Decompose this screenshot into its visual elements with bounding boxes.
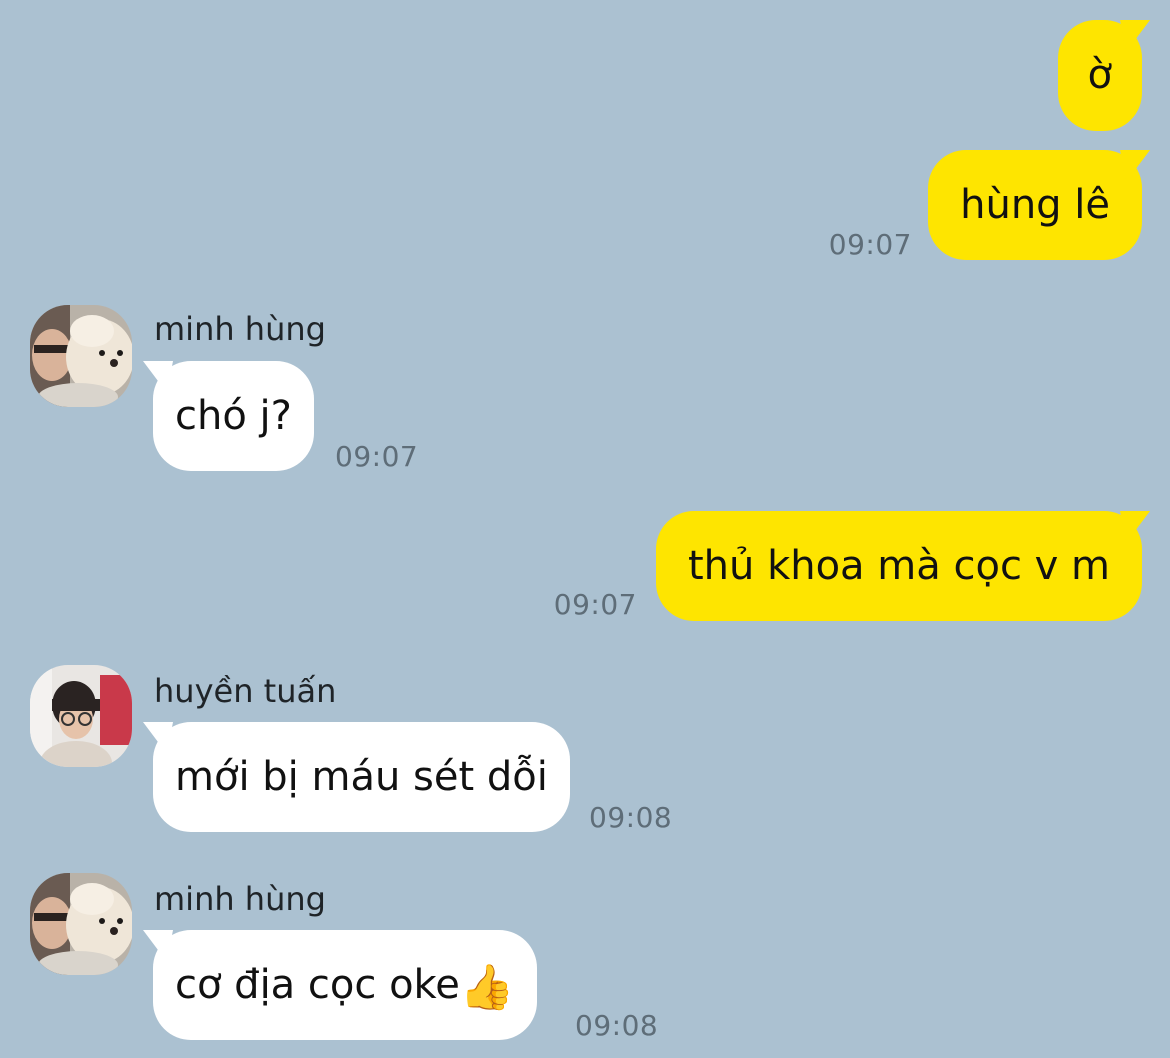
message-text: cơ địa cọc oke bbox=[175, 962, 460, 1008]
avatar-photo-icon bbox=[30, 873, 132, 975]
message-timestamp: 09:07 bbox=[828, 228, 912, 261]
chat-view: ờ hùng lê 09:07 minh hùng chó j? 09:07 t… bbox=[0, 0, 1170, 1058]
sender-name: minh hùng bbox=[154, 310, 326, 348]
incoming-message[interactable]: mới bị máu sét dỗi bbox=[143, 722, 570, 832]
bubble-tail bbox=[1120, 150, 1150, 182]
bubble-tail bbox=[143, 930, 173, 962]
sender-name: huyền tuấn bbox=[154, 672, 337, 710]
outgoing-message[interactable]: hùng lê bbox=[928, 150, 1150, 260]
bubble-tail bbox=[1120, 511, 1150, 543]
message-text: hùng lê bbox=[960, 182, 1110, 228]
incoming-message[interactable]: cơ địa cọc oke👍 bbox=[143, 930, 537, 1040]
outgoing-message[interactable]: ờ bbox=[1057, 20, 1150, 131]
message-text: chó j? bbox=[175, 393, 292, 439]
thumbs-up-icon: 👍 bbox=[459, 962, 515, 1013]
message-text: ờ bbox=[1087, 52, 1112, 98]
message-timestamp: 09:08 bbox=[575, 1009, 659, 1042]
avatar-photo-icon bbox=[30, 665, 132, 767]
avatar[interactable] bbox=[30, 665, 132, 767]
message-timestamp: 09:07 bbox=[553, 588, 637, 621]
incoming-message[interactable]: chó j? bbox=[143, 361, 314, 471]
outgoing-message[interactable]: thủ khoa mà cọc v m bbox=[655, 511, 1150, 621]
avatar-photo-icon bbox=[30, 305, 132, 407]
message-text: mới bị máu sét dỗi bbox=[175, 754, 548, 800]
message-text: thủ khoa mà cọc v m bbox=[687, 543, 1110, 589]
message-timestamp: 09:07 bbox=[335, 440, 419, 473]
message-timestamp: 09:08 bbox=[589, 801, 673, 834]
bubble-tail bbox=[143, 722, 173, 754]
sender-name: minh hùng bbox=[154, 880, 326, 918]
avatar[interactable] bbox=[30, 873, 132, 975]
bubble-tail bbox=[143, 361, 173, 393]
avatar[interactable] bbox=[30, 305, 132, 407]
bubble-tail bbox=[1120, 20, 1150, 52]
